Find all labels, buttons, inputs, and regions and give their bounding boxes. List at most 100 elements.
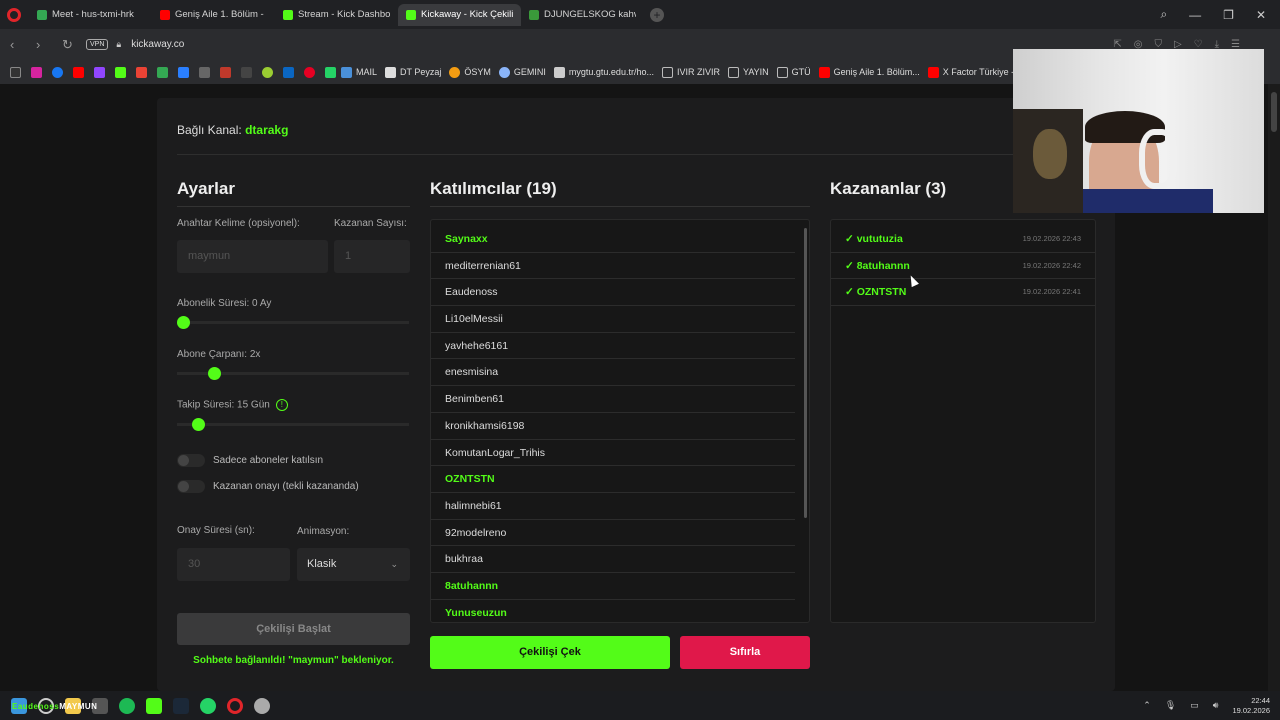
- whatsapp-icon[interactable]: [200, 697, 216, 714]
- steam-icon[interactable]: [173, 697, 189, 714]
- participant-row: Yunuseuzun: [431, 600, 795, 622]
- winner-name: ✓ 8atuhannn: [845, 259, 910, 272]
- reload-icon[interactable]: ↻: [62, 37, 78, 53]
- page-icon: [553, 66, 565, 78]
- divider: [177, 206, 410, 207]
- sub-duration-slider[interactable]: [177, 316, 409, 329]
- tab-kick-dashboard[interactable]: Stream - Kick Dashboard: [275, 4, 398, 26]
- settings-title: Ayarlar: [177, 179, 235, 198]
- slider-handle[interactable]: [207, 367, 221, 380]
- participant-row: Saynaxx: [431, 226, 795, 253]
- info-icon[interactable]: !: [275, 399, 288, 411]
- subs-only-toggle[interactable]: [177, 454, 205, 467]
- bookmark-dt-peyzaj[interactable]: DT Peyzaj: [385, 66, 441, 78]
- tab-bar: Meet - hus-txmi-hrk Geniş Aile 1. Bölüm …: [0, 0, 1280, 29]
- maximize-icon[interactable]: ❐: [1223, 8, 1234, 22]
- bookmark-gemini[interactable]: GEMINI: [498, 66, 546, 78]
- search-tabs-icon[interactable]: ⌕: [1160, 7, 1167, 22]
- linkedin-icon[interactable]: [283, 66, 294, 78]
- bookmark-folder-yayin[interactable]: YAYIN: [727, 66, 769, 78]
- whatsapp-icon[interactable]: [325, 66, 336, 78]
- bookmark-osym[interactable]: ÖSYM: [449, 66, 491, 78]
- taskbar: [0, 691, 1280, 720]
- opera-logo-icon[interactable]: [7, 7, 21, 22]
- participant-row: enesmisina: [431, 359, 795, 387]
- bookmark-folder-ivir-zivir[interactable]: IVIR ZIVIR: [661, 66, 720, 78]
- folder-icon: [776, 66, 788, 78]
- winner-name: ✓ OZNTSTN: [845, 286, 907, 299]
- youtube-icon[interactable]: [73, 66, 84, 78]
- maps-icon[interactable]: [157, 66, 168, 78]
- bookmark-mail[interactable]: MAIL: [341, 66, 377, 78]
- clock[interactable]: 22:44 19.02.2026: [1232, 696, 1270, 716]
- osym-icon: [449, 66, 461, 78]
- tab-youtube[interactable]: Geniş Aile 1. Bölüm - Full: [152, 4, 275, 26]
- gmail-icon[interactable]: [136, 66, 147, 78]
- minimize-icon[interactable]: —: [1189, 8, 1201, 22]
- start-giveaway-button[interactable]: Çekilişi Başlat: [177, 613, 410, 645]
- participants-title: Katılımcılar (19): [430, 179, 557, 198]
- follow-duration-slider[interactable]: [177, 418, 409, 431]
- bookmark-icon[interactable]: [241, 66, 252, 78]
- chevron-up-icon[interactable]: ⌃: [1143, 700, 1151, 711]
- participant-row: halimnebi61: [431, 493, 795, 520]
- participant-row: bukhraa: [431, 546, 795, 573]
- kick-icon[interactable]: [146, 697, 162, 714]
- page-scrollbar[interactable]: [1268, 84, 1280, 691]
- new-tab-button[interactable]: +: [650, 7, 664, 22]
- participants-list[interactable]: Saynaxx mediterrenian61 Eaudenoss Li10elMes…: [430, 219, 810, 623]
- slider-handle[interactable]: [177, 316, 190, 329]
- animation-select[interactable]: Klasik ⌄: [297, 548, 410, 581]
- tab-djungelskog[interactable]: DJUNGELSKOG kahvereng: [521, 4, 644, 26]
- bookmark-folder-gtu[interactable]: GTÜ: [776, 66, 811, 78]
- forward-icon[interactable]: ›: [36, 37, 52, 52]
- scrollbar-thumb[interactable]: [1271, 92, 1277, 132]
- bookmark-mygtu[interactable]: mygtu.gtu.edu.tr/ho...: [553, 66, 654, 78]
- winner-confirm-label: Kazanan onayı (tekli kazananda): [213, 481, 359, 492]
- finance-icon[interactable]: [178, 66, 189, 78]
- close-icon[interactable]: ✕: [1256, 8, 1266, 22]
- tab-meet[interactable]: Meet - hus-txmi-hrk: [29, 4, 152, 26]
- opera-icon[interactable]: [227, 697, 243, 714]
- spotify-icon[interactable]: [119, 697, 135, 714]
- reset-button[interactable]: Sıfırla: [680, 636, 810, 669]
- winner-count-input[interactable]: 1: [334, 240, 410, 273]
- vpn-badge[interactable]: VPN: [86, 39, 109, 50]
- facebook-icon[interactable]: [52, 66, 63, 78]
- volume-icon[interactable]: 🔊︎: [1213, 700, 1219, 711]
- winner-confirm-toggle[interactable]: [177, 480, 205, 493]
- mail-icon: [341, 66, 352, 78]
- participant-row: Eaudenoss: [431, 279, 795, 307]
- lock-icon[interactable]: 🔒︎: [116, 39, 121, 50]
- divider: [177, 154, 1095, 155]
- winner-count-label: Kazanan Sayısı:: [334, 218, 407, 229]
- x-icon[interactable]: [10, 66, 21, 78]
- url-field[interactable]: kickaway.co: [131, 39, 184, 50]
- subs-only-label: Sadece aboneler katılsın: [213, 455, 324, 466]
- slider-handle[interactable]: [192, 418, 206, 431]
- webcam-shirt: [1083, 189, 1213, 213]
- winner-row: ✓ vututuzia 19.02.2026 22:43: [831, 226, 1095, 253]
- twitch-icon[interactable]: [94, 66, 105, 78]
- winners-rows: ✓ vututuzia 19.02.2026 22:43 ✓ 8atuhannn 19…: [831, 220, 1095, 307]
- confirm-time-input[interactable]: 30: [177, 548, 290, 581]
- pinterest-icon[interactable]: [304, 66, 315, 78]
- bookmark-genis-aile[interactable]: Geniş Aile 1. Bölüm...: [818, 66, 920, 78]
- discord-icon[interactable]: [199, 66, 210, 78]
- draw-button[interactable]: Çekilişi Çek: [430, 636, 670, 669]
- headphones-icon: [1139, 129, 1177, 189]
- instagram-icon[interactable]: [31, 66, 42, 78]
- tab-kickaway[interactable]: Kickaway - Kick Çekiliş Ar: [398, 3, 521, 26]
- bookmark-icon[interactable]: [220, 66, 231, 78]
- kick-icon[interactable]: [115, 66, 126, 78]
- bookmark-icon[interactable]: [262, 66, 273, 78]
- back-icon[interactable]: ‹: [10, 37, 26, 52]
- scrollbar[interactable]: [804, 228, 807, 518]
- winner-row: ✓ 8atuhannn 19.02.2026 22:42: [831, 253, 1095, 280]
- keyword-input[interactable]: maymun: [177, 240, 328, 273]
- network-icon[interactable]: ▭: [1190, 700, 1199, 711]
- sub-multiplier-slider[interactable]: [177, 367, 409, 380]
- settings-gear-icon[interactable]: [254, 697, 270, 714]
- microphone-icon[interactable]: 🎙︎: [1165, 700, 1176, 711]
- status-message: Sohbete bağlanıldı! "maymun" bekleniyor.: [193, 655, 394, 666]
